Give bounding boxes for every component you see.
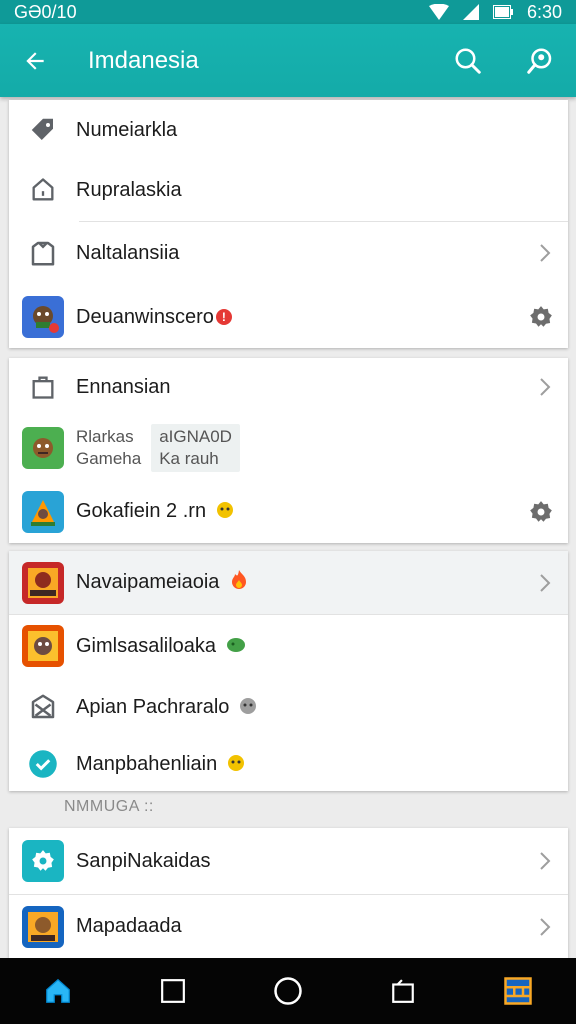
status-bar: GƏ0/10 6:30 [0,0,576,24]
list-item-label: Mapadaada [76,915,182,937]
app-bar: Imdanesia [0,24,576,97]
list-item[interactable]: Gokafiein 2 .rn [9,480,568,543]
list-item-label: Rupralaskia [76,178,182,201]
list-item-label: Numeiarkla [76,118,178,141]
gear-icon [530,306,552,327]
home-outline-icon [31,178,53,201]
chevron-right-icon [540,917,551,936]
search-button[interactable] [432,24,504,97]
nav-home-button[interactable] [28,961,88,1021]
settings-card-2: Ennansian Rlarkas Gameha aIGNA0D Ka rauh [9,358,568,543]
status-carrier: GƏ0/10 [14,1,77,22]
home-circle-icon [274,977,302,1005]
list-item[interactable]: Rupralaskia [9,160,568,220]
search-icon [455,48,481,74]
check-circle-icon [28,750,57,778]
bag-icon [32,376,53,399]
signal-icon [462,4,479,20]
list-item-label: Ennansian [76,375,171,398]
wifi-icon [428,4,449,20]
status-time: 6:30 [526,1,562,22]
list-item[interactable]: Numeiarkla [9,100,568,160]
detail-line-2: Gameha [76,449,142,468]
back-button[interactable] [0,24,70,97]
list-item-label: Naltalansiia [76,241,180,264]
yellow-character-icon [225,751,247,778]
nav-back-button[interactable] [373,961,433,1021]
list-item-detail: Rlarkas Gameha aIGNA0D Ka rauh [76,424,240,472]
account-search-icon [527,48,552,74]
list-item-label: Deuanwinscero [76,305,214,328]
list-item[interactable]: Rlarkas Gameha aIGNA0D Ka rauh [9,416,568,480]
list-item[interactable]: Naltalansiia [9,222,568,284]
list-item-label: Gokafiein 2 .rn [76,500,207,522]
yellow-character-icon [214,498,236,525]
chevron-right-icon [540,244,551,262]
chevron-right-icon [540,852,551,870]
list-item[interactable]: SanpiNakaidas [9,828,568,894]
section-header: NMMUGA :: [64,798,154,815]
chevron-right-icon [540,573,551,592]
list-item-label: Apian Pachraralo [76,695,230,718]
chevron-right-icon [540,378,551,396]
settings-card-3: Navaipameiaoia Gimlsasaliloaka Apian Pac… [9,551,568,791]
game-app-icon [21,561,64,604]
list-item[interactable]: Gimlsasaliloaka [9,615,568,677]
status-icons: 6:30 [428,1,562,23]
list-item-label: Manpbahenliain [76,752,218,775]
tag-icon [31,118,53,140]
grey-character-icon [237,694,259,721]
settings-card-1: Numeiarkla Rupralaskia Naltalansiia Deua… [9,100,568,348]
game-app-icon [21,427,64,469]
game-app-icon [21,905,64,948]
navigation-bar [0,958,576,1024]
shirt-icon [31,241,54,266]
game-app-icon [21,296,64,338]
recents-square-icon [160,979,185,1003]
detail-box-line-2: Ka rauh [159,449,219,468]
nav-recents-button[interactable] [143,961,203,1021]
list-item-label: Navaipameiaoia [76,571,220,593]
list-item[interactable]: Apian Pachraralo [9,677,568,737]
settings-card-4: SanpiNakaidas Mapadaada [9,828,568,958]
back-icon [392,979,414,1003]
list-item[interactable]: Manpbahenliain [9,737,568,791]
green-character-icon [224,633,248,660]
list-item[interactable]: Mapadaada [9,895,568,958]
alert-badge: ! [215,309,232,325]
app-grid-icon [504,977,533,1005]
box-cross-icon [31,694,54,719]
gear-icon [530,500,552,522]
nav-circle-button[interactable] [258,961,318,1021]
detail-line-1: Rlarkas [76,427,134,446]
settings-app-icon [21,840,64,882]
home-icon [45,978,70,1003]
detail-box: aIGNA0D Ka rauh [151,424,240,472]
list-item[interactable]: Navaipameiaoia [9,551,568,614]
game-app-icon [21,490,64,533]
list-item-label: SanpiNakaidas [76,849,211,872]
battery-icon [492,5,513,19]
list-item[interactable]: Deuanwinscero ! [9,286,568,348]
list-item[interactable]: Ennansian [9,358,568,416]
flame-icon [227,568,251,597]
detail-box-line-1: aIGNA0D [159,427,232,446]
game-app-icon [21,625,64,667]
nav-apps-button[interactable] [488,961,548,1021]
account-search-button[interactable] [504,24,576,97]
page-title: Imdanesia [88,46,199,74]
list-item-label: Gimlsasaliloaka [76,634,217,657]
back-arrow-icon [26,51,44,70]
